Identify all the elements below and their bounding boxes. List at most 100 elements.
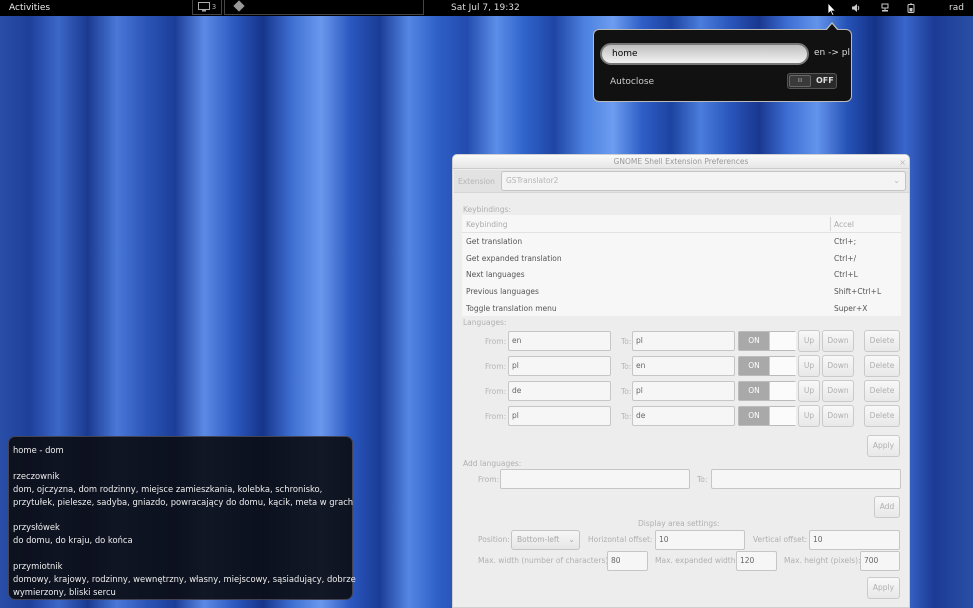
autoclose-toggle[interactable]: III OFF xyxy=(787,73,837,89)
result-line: domowy, krajowy, rodzinny, wewnętrzny, w… xyxy=(13,574,356,585)
from-label: From: xyxy=(485,362,507,371)
delete-language-button[interactable]: Delete xyxy=(864,405,900,427)
language-pair-label[interactable]: en -> pl xyxy=(814,48,850,58)
move-down-button[interactable]: Down xyxy=(822,405,854,427)
delete-language-button[interactable]: Delete xyxy=(864,330,900,352)
close-icon[interactable]: × xyxy=(899,156,906,169)
keybinding-row[interactable]: Toggle translation menu Super+X xyxy=(462,300,901,317)
add-from-input[interactable] xyxy=(500,469,690,489)
keybinding-accel[interactable]: Ctrl+; xyxy=(834,237,856,246)
activities-button[interactable]: Activities xyxy=(9,3,50,13)
to-label: To: xyxy=(621,387,632,396)
extension-select[interactable]: GSTranslator2 ⌄ xyxy=(501,171,906,191)
workspace-indicator[interactable]: 3 xyxy=(192,0,222,15)
to-label: To: xyxy=(621,337,632,346)
keybinding-row[interactable]: Get translation Ctrl+; xyxy=(462,233,901,250)
keybinding-accel[interactable]: Ctrl+L xyxy=(834,270,858,279)
move-up-button[interactable]: Up xyxy=(798,330,820,352)
to-language-input[interactable]: en xyxy=(632,356,735,376)
toggle-on-label: ON xyxy=(739,332,769,350)
result-spacer xyxy=(13,547,348,560)
to-language-input[interactable]: de xyxy=(632,406,735,426)
move-down-button[interactable]: Down xyxy=(822,355,854,377)
vertical-offset-label: Vertical offset: xyxy=(753,535,808,544)
from-language-input[interactable]: pl xyxy=(508,406,611,426)
from-language-input[interactable]: en xyxy=(508,331,611,351)
translation-result: home - dom rzeczownik dom, ojczyzna, dom r… xyxy=(8,436,356,600)
move-up-button[interactable]: Up xyxy=(798,405,820,427)
chevron-down-icon: ⌄ xyxy=(893,176,900,185)
toggle-on-label: ON xyxy=(739,382,769,400)
position-select[interactable]: Bottom-left ⌄ xyxy=(511,530,580,550)
keybinding-name: Previous languages xyxy=(466,287,539,297)
max-height-input[interactable]: 700 xyxy=(860,551,900,571)
keybindings-table: Keybinding Accel Get translation Ctrl+; Ge… xyxy=(462,215,901,316)
horizontal-offset-input[interactable]: 10 xyxy=(655,530,745,550)
language-enabled-toggle[interactable]: ON xyxy=(738,356,796,376)
apply-languages-button[interactable]: Apply xyxy=(867,435,900,457)
user-menu[interactable]: rad xyxy=(949,3,964,13)
to-language-input[interactable]: pl xyxy=(632,331,735,351)
position-label: Position: xyxy=(478,535,510,544)
add-to-input[interactable] xyxy=(711,469,901,489)
to-label: To: xyxy=(621,412,632,421)
result-spacer xyxy=(13,457,348,470)
max-expanded-width-input[interactable]: 120 xyxy=(736,551,777,571)
result-line: przysłówek xyxy=(13,522,60,533)
clock[interactable]: Sat Jul 7, 19:32 xyxy=(451,3,520,13)
keybinding-accel[interactable]: Super+X xyxy=(834,304,867,313)
delete-language-button[interactable]: Delete xyxy=(864,380,900,402)
move-down-button[interactable]: Down xyxy=(822,330,854,352)
horizontal-offset-label: Horizontal offset: xyxy=(588,535,653,544)
keybinding-row[interactable]: Next languages Ctrl+L xyxy=(462,266,901,283)
move-down-button[interactable]: Down xyxy=(822,380,854,402)
keybinding-name: Next languages xyxy=(466,270,525,280)
window-titlebar[interactable]: GNOME Shell Extension Preferences × xyxy=(453,155,909,169)
column-header-accel[interactable]: Accel xyxy=(834,220,854,229)
translate-input[interactable]: home xyxy=(600,43,809,65)
add-language-button[interactable]: Add xyxy=(874,496,900,518)
toggle-state: OFF xyxy=(816,76,834,85)
extension-row: Extension GSTranslator2 ⌄ xyxy=(454,170,909,193)
toggle-knob: III xyxy=(789,75,811,87)
translator-popup: home en -> pl Autoclose III OFF xyxy=(593,22,852,102)
keybindings-heading: Keybindings: xyxy=(463,205,511,214)
result-line: dom, ojczyzna, dom rodzinny, miejsce zam… xyxy=(13,483,323,494)
language-enabled-toggle[interactable]: ON xyxy=(738,406,796,426)
language-row: From: pl To: de ON Up Down Delete xyxy=(453,405,909,427)
from-label: From: xyxy=(485,387,507,396)
extension-label: Extension xyxy=(458,177,495,186)
chevron-down-icon: ⌄ xyxy=(568,535,575,544)
apply-display-button[interactable]: Apply xyxy=(867,577,900,599)
keybinding-accel[interactable]: Ctrl+/ xyxy=(834,254,856,263)
vertical-offset-input[interactable]: 10 xyxy=(809,530,900,550)
from-language-input[interactable]: pl xyxy=(508,356,611,376)
delete-language-button[interactable]: Delete xyxy=(864,355,900,377)
app-menu[interactable] xyxy=(224,0,424,15)
add-languages-heading: Add languages: xyxy=(463,459,522,468)
max-height-label: Max. height (pixels): xyxy=(784,556,861,565)
language-enabled-toggle[interactable]: ON xyxy=(738,331,796,351)
keybinding-accel[interactable]: Shift+Ctrl+L xyxy=(834,287,881,296)
result-line: przymiotnik xyxy=(13,561,63,572)
result-line: do domu, do kraju, do końca xyxy=(13,535,133,546)
toggle-on-label: ON xyxy=(739,357,769,375)
keybinding-row[interactable]: Get expanded translation Ctrl+/ xyxy=(462,250,901,267)
window-title: GNOME Shell Extension Preferences xyxy=(613,157,749,166)
to-language-input[interactable]: pl xyxy=(632,381,735,401)
column-header-keybinding[interactable]: Keybinding xyxy=(466,220,508,229)
language-row: From: en To: pl ON Up Down Delete xyxy=(453,330,909,352)
move-up-button[interactable]: Up xyxy=(798,380,820,402)
keybinding-row[interactable]: Previous languages Shift+Ctrl+L xyxy=(462,283,901,300)
volume-icon[interactable] xyxy=(851,3,861,13)
max-width-input[interactable]: 80 xyxy=(607,551,648,571)
app-icon xyxy=(233,0,245,12)
autoclose-label: Autoclose xyxy=(610,77,655,87)
result-line: rzeczownik xyxy=(13,470,60,481)
move-up-button[interactable]: Up xyxy=(798,355,820,377)
battery-icon[interactable] xyxy=(906,3,916,13)
from-label: From: xyxy=(485,337,507,346)
language-enabled-toggle[interactable]: ON xyxy=(738,381,796,401)
network-icon[interactable] xyxy=(880,3,890,13)
from-language-input[interactable]: de xyxy=(508,381,611,401)
